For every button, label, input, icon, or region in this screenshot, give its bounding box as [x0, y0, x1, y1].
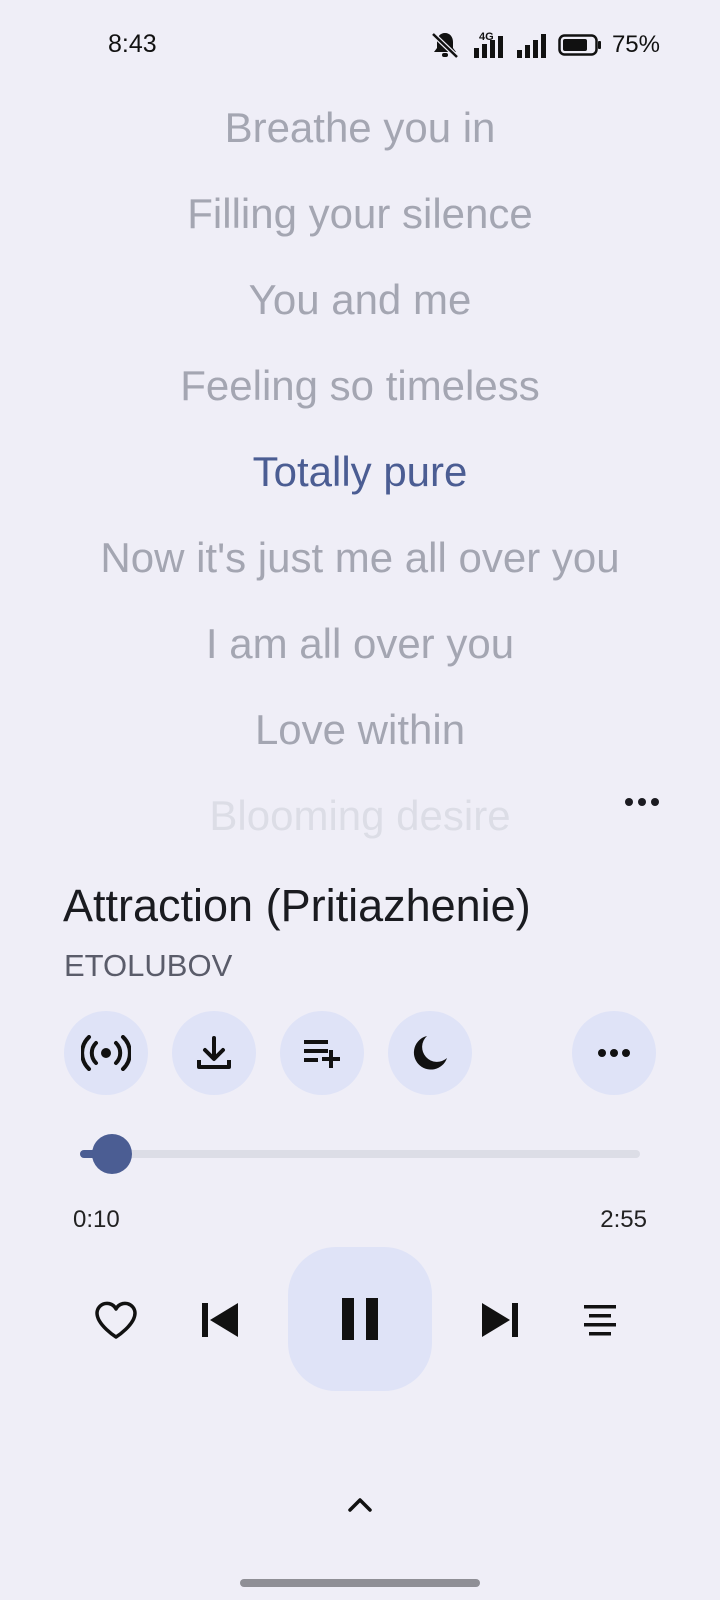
signal-4g-icon: 4G — [472, 30, 506, 60]
sleep-timer-icon — [413, 1036, 447, 1070]
expand-queue-button[interactable] — [340, 1485, 380, 1525]
song-title: Attraction (Pritiazhenie) — [63, 880, 531, 931]
next-button[interactable] — [476, 1297, 524, 1343]
lyric-line[interactable]: Love within — [0, 702, 720, 758]
more-horizontal-icon — [625, 798, 659, 806]
lyric-line[interactable]: Now it's just me all over you — [0, 530, 720, 586]
pause-icon — [342, 1298, 378, 1340]
song-artist[interactable]: ETOLUBOV — [64, 946, 232, 986]
radio-icon — [81, 1035, 131, 1071]
lyrics-more-button[interactable] — [620, 780, 664, 824]
mute-icon — [428, 30, 462, 60]
battery-percent: 75% — [611, 31, 660, 58]
seek-bar[interactable] — [80, 1134, 640, 1174]
lyric-line[interactable]: Feeling so timeless — [0, 358, 720, 414]
chevron-up-icon — [348, 1498, 372, 1512]
next-icon — [482, 1303, 518, 1337]
status-time: 8:43 — [108, 30, 157, 58]
download-icon — [197, 1036, 231, 1069]
lyric-line[interactable]: Filling your silence — [0, 186, 720, 242]
lyric-line-active[interactable]: Totally pure — [0, 444, 720, 500]
sleep-timer-button[interactable] — [388, 1011, 472, 1095]
pause-button[interactable] — [288, 1247, 432, 1391]
lyrics-toggle-button[interactable] — [578, 1300, 622, 1340]
heart-icon — [95, 1301, 137, 1339]
seek-bar-thumb[interactable] — [91, 1134, 132, 1174]
lyric-line[interactable]: Breathe you in — [0, 100, 720, 156]
battery-icon — [558, 33, 602, 57]
add-to-queue-icon — [304, 1040, 340, 1068]
player-screen: 8:43 4G 75% Breathe you in Filling your … — [0, 0, 720, 1600]
previous-icon — [202, 1303, 238, 1337]
more-options-button[interactable] — [572, 1011, 656, 1095]
download-button[interactable] — [172, 1011, 256, 1095]
lyric-line[interactable]: You and me — [0, 272, 720, 328]
like-button[interactable] — [90, 1296, 142, 1344]
previous-button[interactable] — [196, 1297, 244, 1343]
elapsed-time: 0:10 — [73, 1206, 120, 1233]
lyric-line[interactable]: Blooming desire — [0, 788, 720, 844]
status-icons: 4G 75% — [428, 28, 660, 62]
add-to-queue-button[interactable] — [280, 1011, 364, 1095]
radio-button[interactable] — [64, 1011, 148, 1095]
total-time: 2:55 — [600, 1206, 647, 1233]
lyric-line[interactable]: I am all over you — [0, 616, 720, 672]
signal-icon — [516, 30, 548, 60]
status-bar: 8:43 4G 75% — [0, 0, 720, 92]
lyrics-icon — [584, 1305, 616, 1336]
lyrics-panel[interactable]: Breathe you in Filling your silence You … — [0, 92, 720, 852]
more-icon — [598, 1049, 630, 1057]
home-indicator[interactable] — [240, 1579, 480, 1587]
